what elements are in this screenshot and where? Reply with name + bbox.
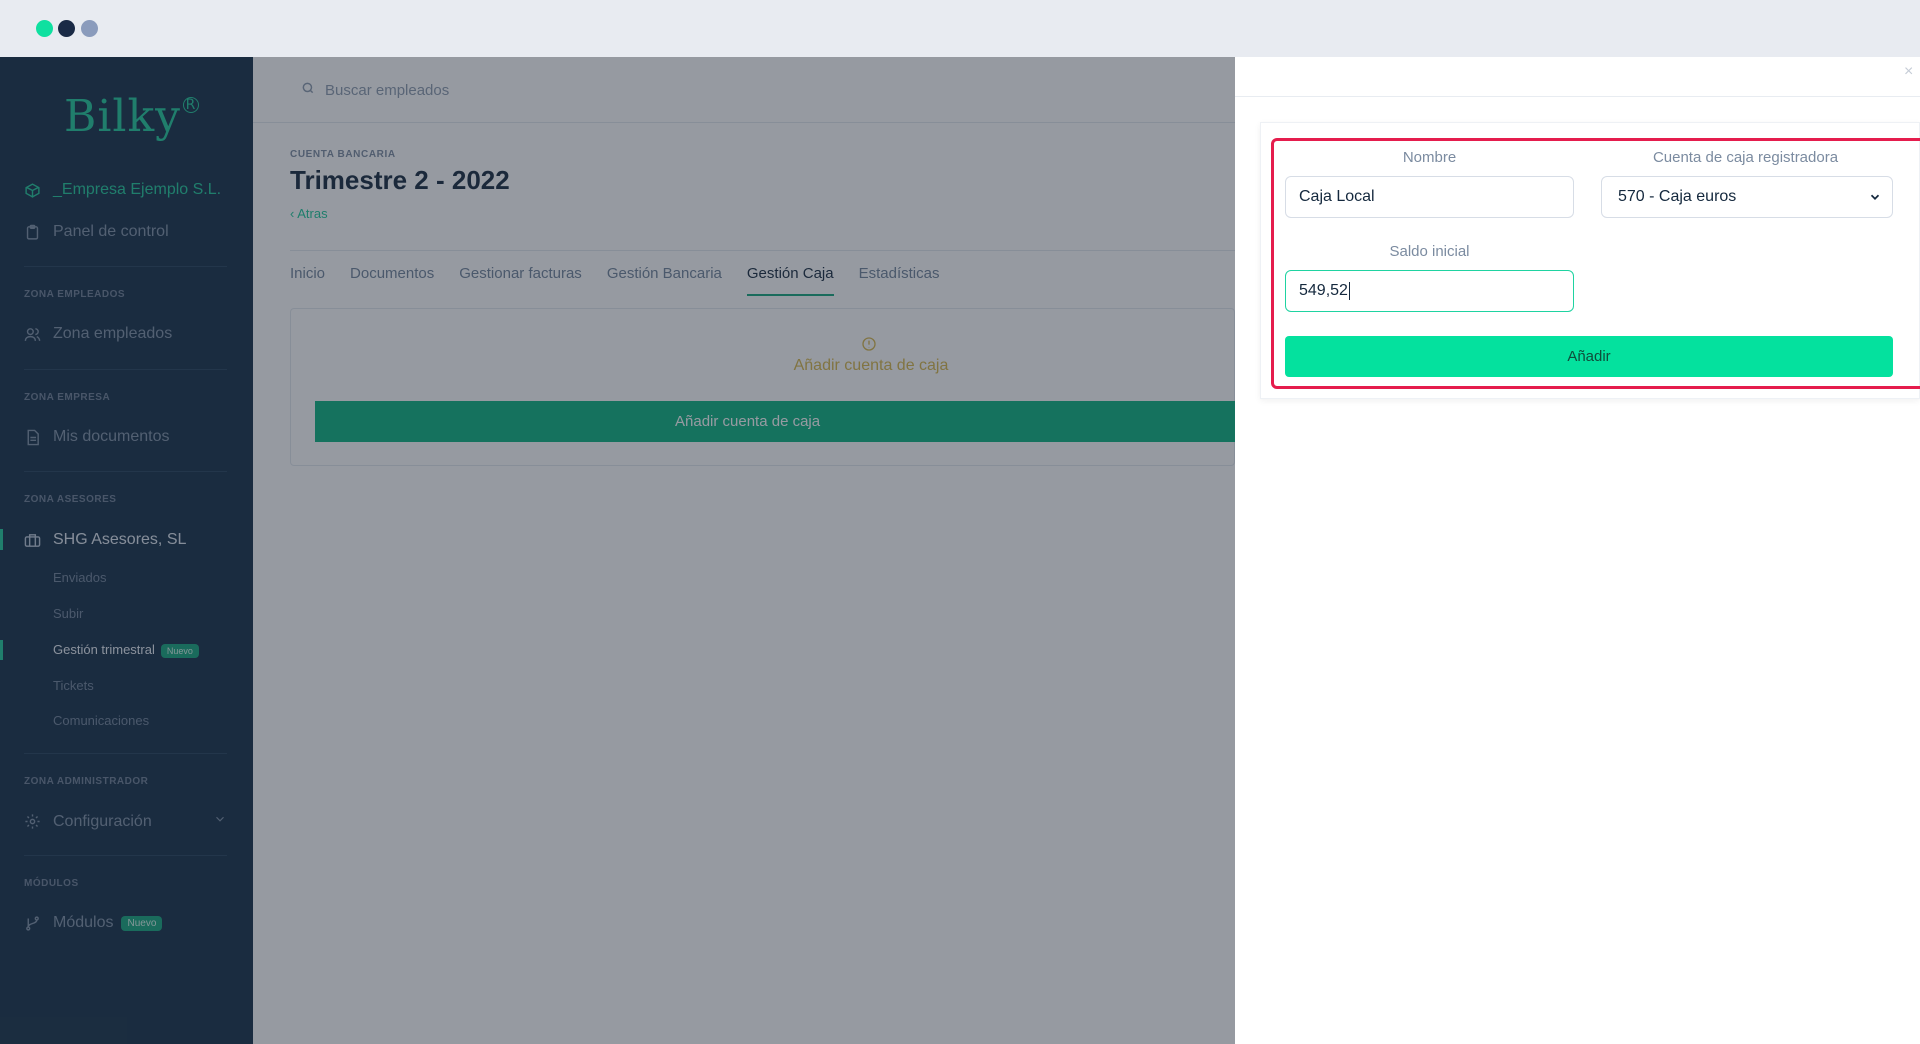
- chevron-down-icon: [1868, 190, 1882, 204]
- side-drawer: × Nombre Caja Local Cuenta de caja regis…: [1235, 57, 1920, 1044]
- saldo-value: 549,52: [1299, 282, 1348, 299]
- window-close-dot[interactable]: [36, 20, 53, 37]
- nombre-label: Nombre: [1402, 149, 1457, 166]
- saldo-label: Saldo inicial: [1389, 243, 1470, 260]
- modal-overlay[interactable]: [0, 57, 1235, 1044]
- cuenta-select-value: 570 - Caja euros: [1618, 188, 1737, 205]
- close-icon[interactable]: ×: [1904, 63, 1920, 81]
- nombre-field[interactable]: Caja Local: [1285, 176, 1574, 218]
- window-chrome: [0, 0, 1920, 57]
- drawer-divider: [1235, 96, 1920, 97]
- text-caret: [1348, 282, 1350, 300]
- cuenta-label: Cuenta de caja registradora: [1652, 149, 1839, 166]
- saldo-field[interactable]: 549,52: [1285, 270, 1574, 312]
- window-minimize-dot[interactable]: [58, 20, 75, 37]
- cuenta-select[interactable]: 570 - Caja euros: [1601, 176, 1893, 218]
- anadir-button[interactable]: Añadir: [1285, 336, 1893, 377]
- window-maximize-dot[interactable]: [81, 20, 98, 37]
